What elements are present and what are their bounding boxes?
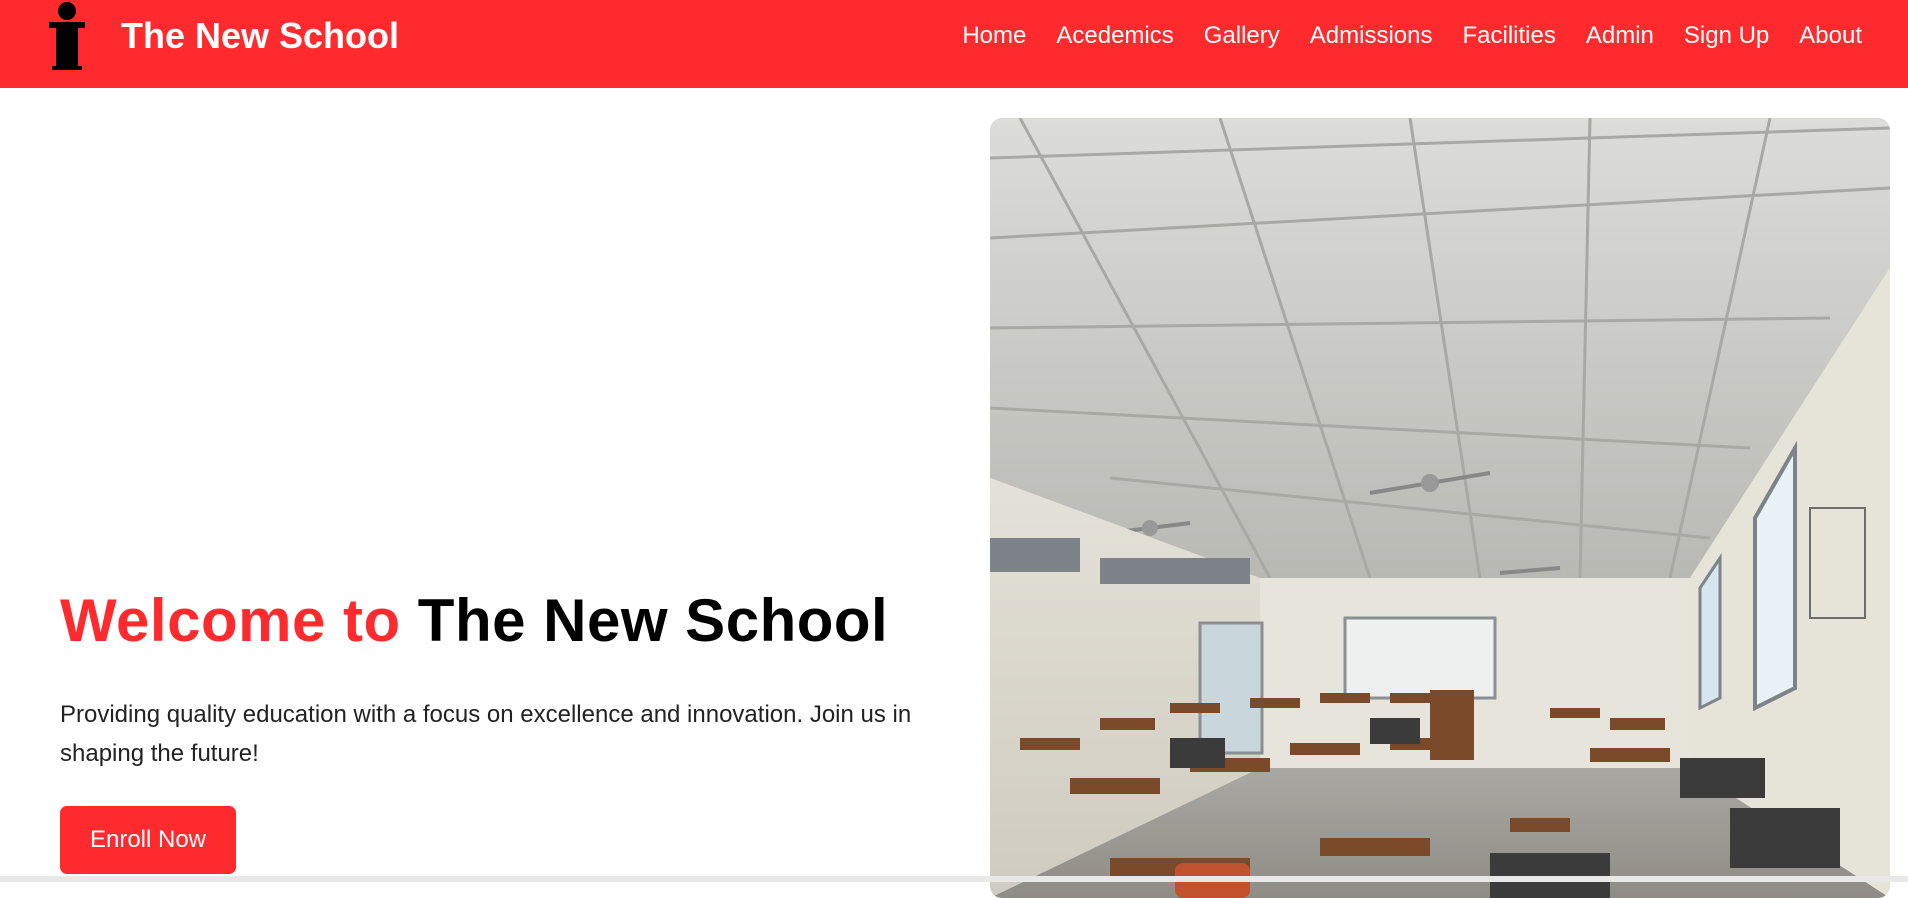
brand-name: The New School: [121, 15, 400, 56]
page-bottom-divider: [0, 876, 1908, 882]
nav-sign-up[interactable]: Sign Up: [1684, 21, 1769, 51]
brand[interactable]: The New School: [44, 0, 399, 72]
nav-admissions[interactable]: Admissions: [1310, 21, 1433, 51]
nav-links: Home Acedemics Gallery Admissions Facili…: [962, 0, 1862, 72]
hero-title-accent: Welcome to: [60, 587, 401, 654]
nav-admin[interactable]: Admin: [1586, 21, 1654, 51]
hero-title-main: The New School: [417, 587, 889, 654]
hero-description: Providing quality education with a focus…: [60, 701, 912, 767]
nav-home[interactable]: Home: [962, 21, 1026, 51]
classroom-photo: [990, 118, 1890, 898]
nav-gallery[interactable]: Gallery: [1204, 21, 1280, 51]
nav-academics[interactable]: Acedemics: [1056, 21, 1173, 51]
nav-about[interactable]: About: [1799, 21, 1862, 51]
nav-facilities[interactable]: Facilities: [1463, 21, 1556, 51]
hero-title: Welcome to The New School: [60, 585, 940, 657]
enroll-now-button[interactable]: Enroll Now: [60, 806, 236, 874]
hero-section: Welcome to The New School Providing qual…: [60, 585, 940, 767]
navbar: The New School Home Acedemics Gallery Ad…: [0, 0, 1908, 88]
podium-icon: [49, 2, 85, 70]
